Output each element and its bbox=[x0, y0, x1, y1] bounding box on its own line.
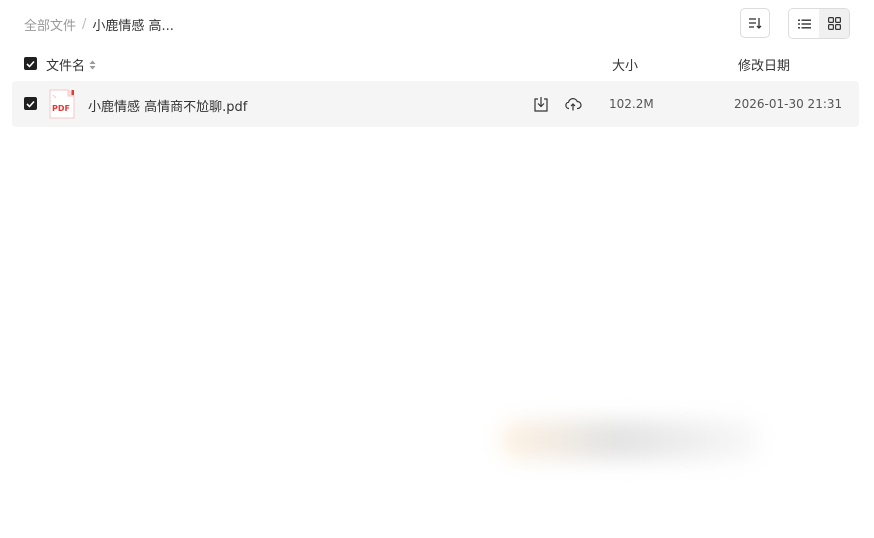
sort-icon bbox=[749, 18, 762, 29]
file-modified-date: 2026-01-30 21:31 bbox=[734, 97, 843, 111]
select-all-checkbox[interactable] bbox=[24, 57, 37, 70]
checkmark-icon bbox=[26, 100, 35, 108]
file-name-link[interactable]: 小鹿情感 高情商不尬聊.pdf bbox=[88, 96, 247, 115]
table-row[interactable]: PDF 小鹿情感 高情商不尬聊.pdf 102.2M 2026-01-30 21… bbox=[12, 81, 859, 127]
view-toggle bbox=[788, 8, 850, 39]
size-column-header: 大小 bbox=[612, 59, 639, 74]
file-browser-page: 全部文件 / 小鹿情感 高... 文件名 大小 修改日期 PDF 小鹿情感 高情… bbox=[0, 0, 874, 538]
list-view-button[interactable] bbox=[789, 9, 819, 38]
date-column-header: 修改日期 bbox=[738, 59, 791, 74]
file-size: 102.2M bbox=[609, 97, 654, 111]
breadcrumb-separator: / bbox=[82, 16, 87, 32]
pdf-file-icon: PDF bbox=[49, 89, 75, 119]
table-header: 文件名 大小 修改日期 bbox=[12, 50, 859, 78]
breadcrumb-root-link[interactable]: 全部文件 bbox=[24, 15, 76, 34]
cloud-upload-icon[interactable] bbox=[564, 95, 582, 113]
grid-view-button[interactable] bbox=[819, 9, 849, 38]
row-checkbox[interactable] bbox=[24, 97, 37, 110]
grid-view-icon bbox=[827, 17, 841, 30]
breadcrumb-current: 小鹿情感 高... bbox=[92, 18, 174, 34]
name-column-header[interactable]: 文件名 bbox=[46, 55, 96, 74]
blurred-decoration bbox=[500, 420, 760, 460]
download-icon[interactable] bbox=[532, 95, 550, 113]
breadcrumb: 全部文件 / 小鹿情感 高... bbox=[24, 14, 174, 34]
pdf-type-label: PDF bbox=[52, 104, 70, 113]
name-column-label: 文件名 bbox=[46, 59, 86, 74]
sort-button[interactable] bbox=[740, 8, 770, 38]
checkmark-icon bbox=[26, 60, 35, 68]
sort-arrows-icon bbox=[89, 60, 96, 70]
list-view-icon bbox=[797, 19, 811, 28]
